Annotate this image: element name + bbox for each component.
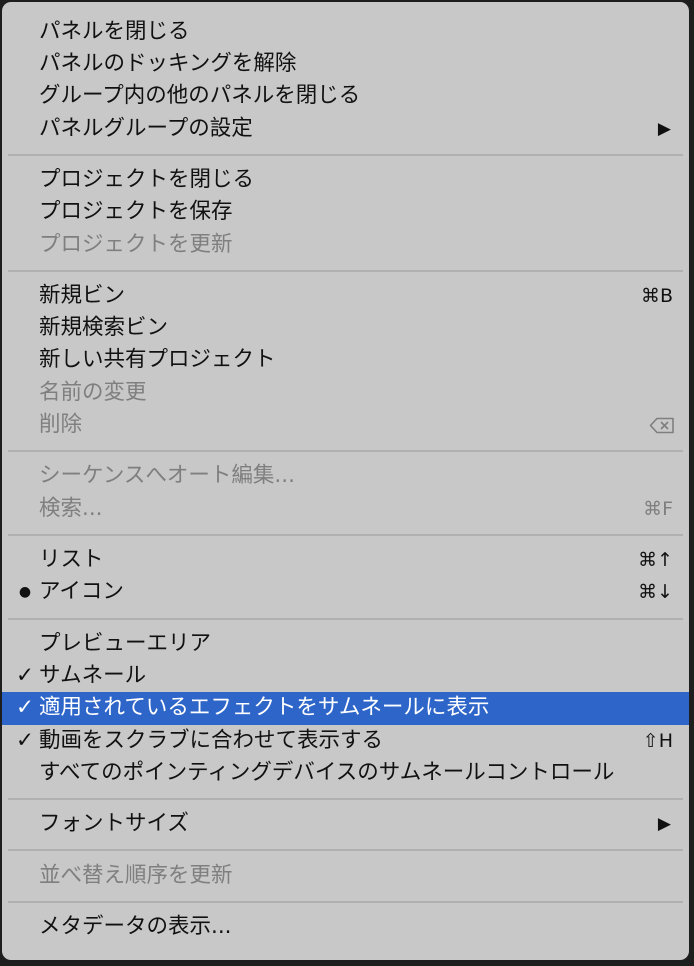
menu-item-rename: 名前の変更 <box>2 377 689 409</box>
menu-item-close-panel[interactable]: パネルを閉じる <box>2 16 689 48</box>
menu-item-label: パネルグループの設定 <box>39 115 253 141</box>
menu-separator <box>2 609 689 628</box>
menu-item-shortcut: ⌘B <box>640 285 673 308</box>
menu-item-font-size[interactable]: フォントサイズ ▶ <box>2 808 689 840</box>
menu-item-thumbnails[interactable]: ✓ サムネール <box>2 660 689 692</box>
menu-item-preview-area[interactable]: プレビューエリア <box>2 628 689 660</box>
menu-separator <box>2 789 689 808</box>
menu-item-list-view[interactable]: リスト ⌘↑ <box>2 544 689 576</box>
menu-item-label: サムネール <box>39 663 147 689</box>
menu-item-label: アイコン <box>39 579 124 605</box>
menu-item-shortcut: ⌘↑ <box>638 549 673 572</box>
menu-item-label: リスト <box>39 547 104 573</box>
menu-item-label: プロジェクトを更新 <box>39 231 233 257</box>
menu-item-label: 検索... <box>39 495 103 521</box>
menu-separator <box>2 261 689 280</box>
menu-item-refresh-sort: 並べ替え順序を更新 <box>2 860 689 892</box>
menu-item-label: 新しい共有プロジェクト <box>39 347 276 373</box>
menu-item-label: 削除 <box>39 411 83 437</box>
menu-item-new-bin[interactable]: 新規ビン ⌘B <box>2 280 689 312</box>
menu-item-show-effects-on-thumbnails[interactable]: ✓ 適用されているエフェクトをサムネールに表示 <box>2 692 689 725</box>
checkmark-icon: ✓ <box>15 663 34 689</box>
menu-item-label: 適用されているエフェクトをサムネールに表示 <box>39 695 490 721</box>
menu-item-label: 新規ビン <box>39 283 126 309</box>
menu-item-label: すべてのポインティングデバイスのサムネールコントロール <box>39 759 615 785</box>
menu-item-shortcut: ⌘↓ <box>638 581 673 604</box>
menu-item-delete: 削除 <box>2 409 689 441</box>
menu-separator <box>2 145 689 164</box>
menu-item-icon-view[interactable]: ● アイコン ⌘↓ <box>2 576 689 608</box>
submenu-arrow-icon: ▶ <box>657 814 671 835</box>
menu-item-label: フォントサイズ <box>39 811 189 837</box>
menu-item-label: シーケンスへオート編集... <box>39 463 295 489</box>
menu-item-label: パネルを閉じる <box>39 19 190 44</box>
menu-item-refresh-project: プロジェクトを更新 <box>2 229 689 261</box>
checkmark-icon: ✓ <box>15 727 34 753</box>
menu-item-label: パネルのドッキングを解除 <box>39 51 297 77</box>
menu-item-close-other-panels[interactable]: グループ内の他のパネルを閉じる <box>2 80 689 112</box>
menu-separator <box>2 840 689 859</box>
menu-item-label: 動画をスクラブに合わせて表示する <box>39 727 384 753</box>
menu-item-label: プレビューエリア <box>39 630 212 656</box>
menu-item-panel-group-settings[interactable]: パネルグループの設定 ▶ <box>2 113 689 145</box>
menu-item-new-shared-project[interactable]: 新しい共有プロジェクト <box>2 344 689 376</box>
menu-item-hover-scrub[interactable]: ✓ 動画をスクラブに合わせて表示する ⇧H <box>2 725 689 757</box>
menu-item-label: プロジェクトを保存 <box>39 199 233 225</box>
submenu-arrow-icon: ▶ <box>657 118 671 139</box>
menu-item-save-project[interactable]: プロジェクトを保存 <box>2 196 689 228</box>
menu-separator <box>2 441 689 460</box>
menu-item-undock-panel[interactable]: パネルのドッキングを解除 <box>2 48 689 80</box>
menu-item-shortcut: ⌘F <box>643 497 673 520</box>
menu-item-label: プロジェクトを閉じる <box>39 167 255 193</box>
menu-item-shortcut: ⇧H <box>642 729 673 752</box>
project-panel-context-menu: パネルを閉じる パネルのドッキングを解除 グループ内の他のパネルを閉じる パネル… <box>2 2 689 960</box>
menu-item-label: 並べ替え順序を更新 <box>39 862 233 888</box>
menu-item-new-search-bin[interactable]: 新規検索ビン <box>2 312 689 344</box>
menu-item-close-project[interactable]: プロジェクトを閉じる <box>2 164 689 196</box>
menu-item-find: 検索... ⌘F <box>2 493 689 525</box>
menu-separator <box>2 892 689 911</box>
menu-item-label: メタデータの表示... <box>39 914 232 940</box>
menu-item-metadata-display[interactable]: メタデータの表示... <box>2 911 689 943</box>
menu-item-label: グループ内の他のパネルを閉じる <box>39 83 361 109</box>
checkmark-icon: ✓ <box>15 695 34 721</box>
backspace-icon <box>649 417 674 434</box>
menu-item-label: 新規検索ビン <box>39 315 169 341</box>
menu-item-thumbnail-controls-all-devices[interactable]: すべてのポインティングデバイスのサムネールコントロール <box>2 757 689 789</box>
menu-item-automate-to-sequence: シーケンスへオート編集... <box>2 460 689 492</box>
bullet-icon: ● <box>18 584 32 601</box>
menu-separator <box>2 525 689 544</box>
menu-item-label: 名前の変更 <box>39 379 147 405</box>
